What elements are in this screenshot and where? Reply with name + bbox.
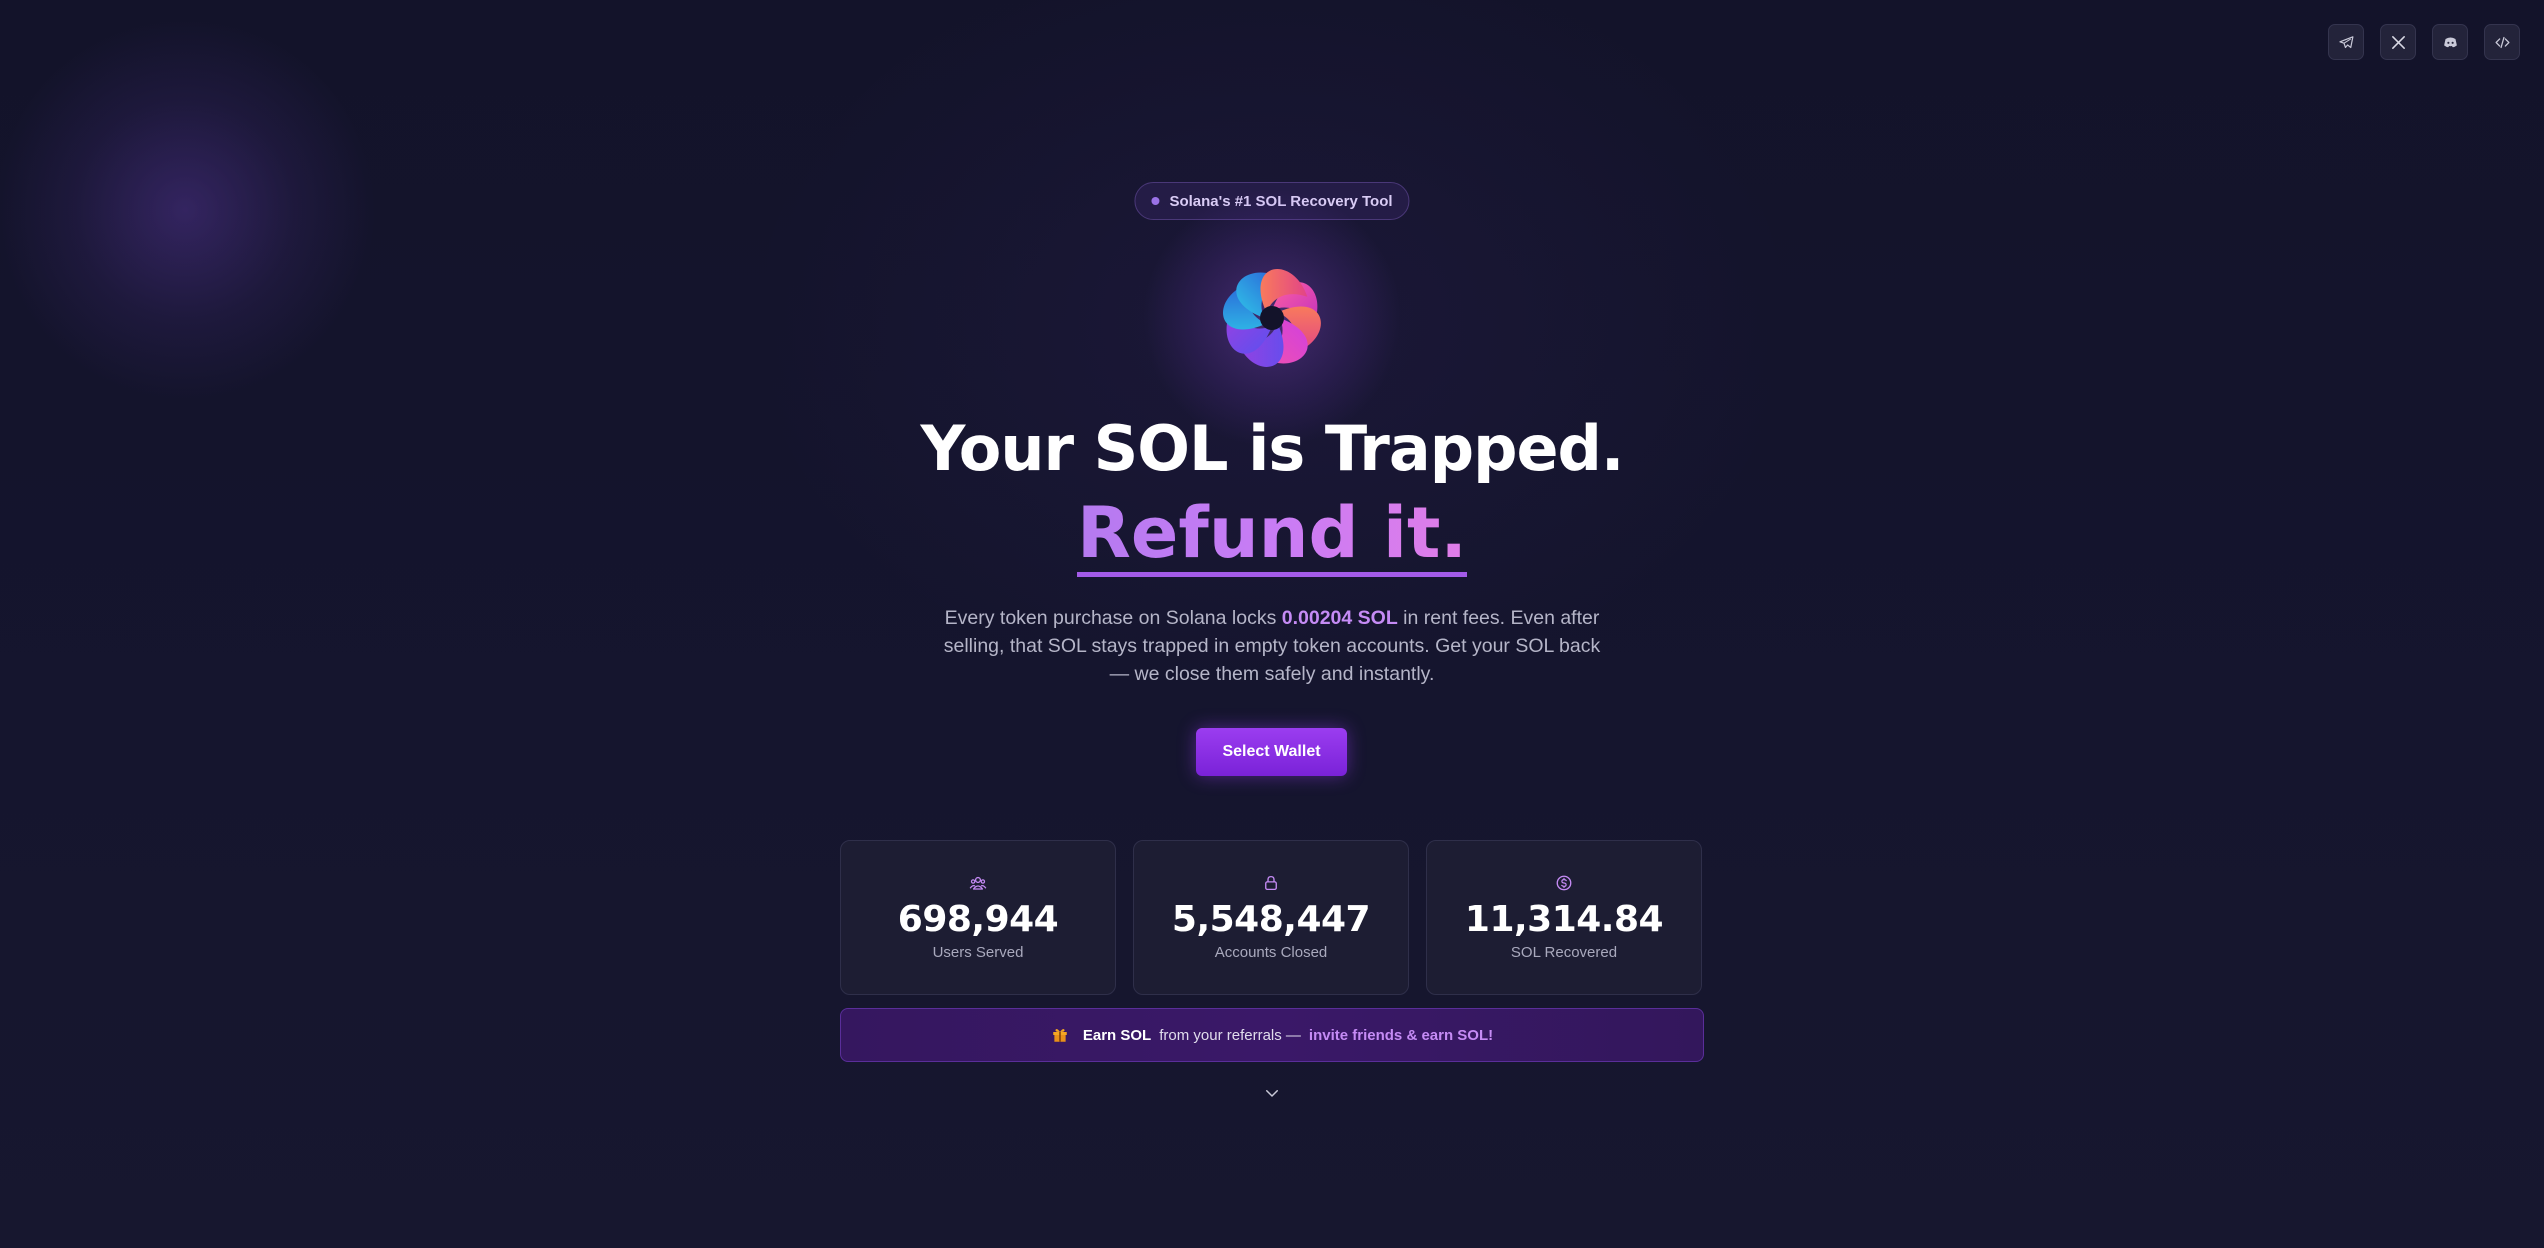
users-icon <box>969 876 987 890</box>
discord-icon <box>2443 37 2457 47</box>
stat-value: 5,548,447 <box>1171 899 1371 940</box>
stat-card-sol: 11,314.84 SOL Recovered <box>1426 840 1702 995</box>
hero-description: Every token purchase on Solana locks 0.0… <box>932 604 1612 688</box>
telegram-button[interactable] <box>2328 24 2364 60</box>
select-wallet-button[interactable]: Select Wallet <box>1196 728 1347 776</box>
referral-text: from your referrals — <box>1159 1026 1301 1044</box>
gift-icon <box>1053 1029 1067 1042</box>
headline: Your SOL is Trapped. <box>920 412 1625 485</box>
chevron-down-icon[interactable] <box>1263 1084 1281 1102</box>
discord-button[interactable] <box>2432 24 2468 60</box>
x-button[interactable] <box>2380 24 2416 60</box>
badge-dot <box>1151 197 1160 205</box>
invite-friends-link[interactable]: invite friends & earn SOL! <box>1309 1027 1493 1044</box>
telegram-icon <box>2338 35 2353 48</box>
description-highlight: 0.00204 SOL <box>1281 607 1398 629</box>
stat-value: 11,314.84 <box>1464 899 1664 940</box>
stat-card-users: 698,944 Users Served <box>840 840 1116 995</box>
stat-label: Users Served <box>932 944 1024 961</box>
stat-label: Accounts Closed <box>1214 944 1328 961</box>
referral-strong: Earn SOL <box>1082 1026 1152 1044</box>
stat-card-accounts: 5,548,447 Accounts Closed <box>1133 840 1409 995</box>
headline-accent-wrap: Refund it. <box>0 494 2544 577</box>
swirl-logo-icon <box>1223 269 1321 367</box>
social-links <box>2328 24 2520 60</box>
stats-row: 698,944 Users Served 5,548,447 Accounts … <box>840 840 1702 995</box>
landing-page: Solana's #1 SOL Recovery Tool <box>0 0 2544 1248</box>
dollar-coin-icon <box>1556 875 1572 891</box>
x-icon <box>2391 35 2405 49</box>
stat-label: SOL Recovered <box>1510 944 1618 961</box>
lock-icon <box>1265 875 1277 891</box>
referral-banner[interactable]: Earn SOL from your referrals — invite fr… <box>840 1008 1704 1062</box>
code-icon <box>2494 36 2510 48</box>
code-button[interactable] <box>2484 24 2520 60</box>
stat-value: 698,944 <box>897 899 1059 940</box>
headline-accent: Refund it. <box>1076 494 1468 577</box>
description-before: Every token purchase on Solana locks <box>944 607 1282 629</box>
